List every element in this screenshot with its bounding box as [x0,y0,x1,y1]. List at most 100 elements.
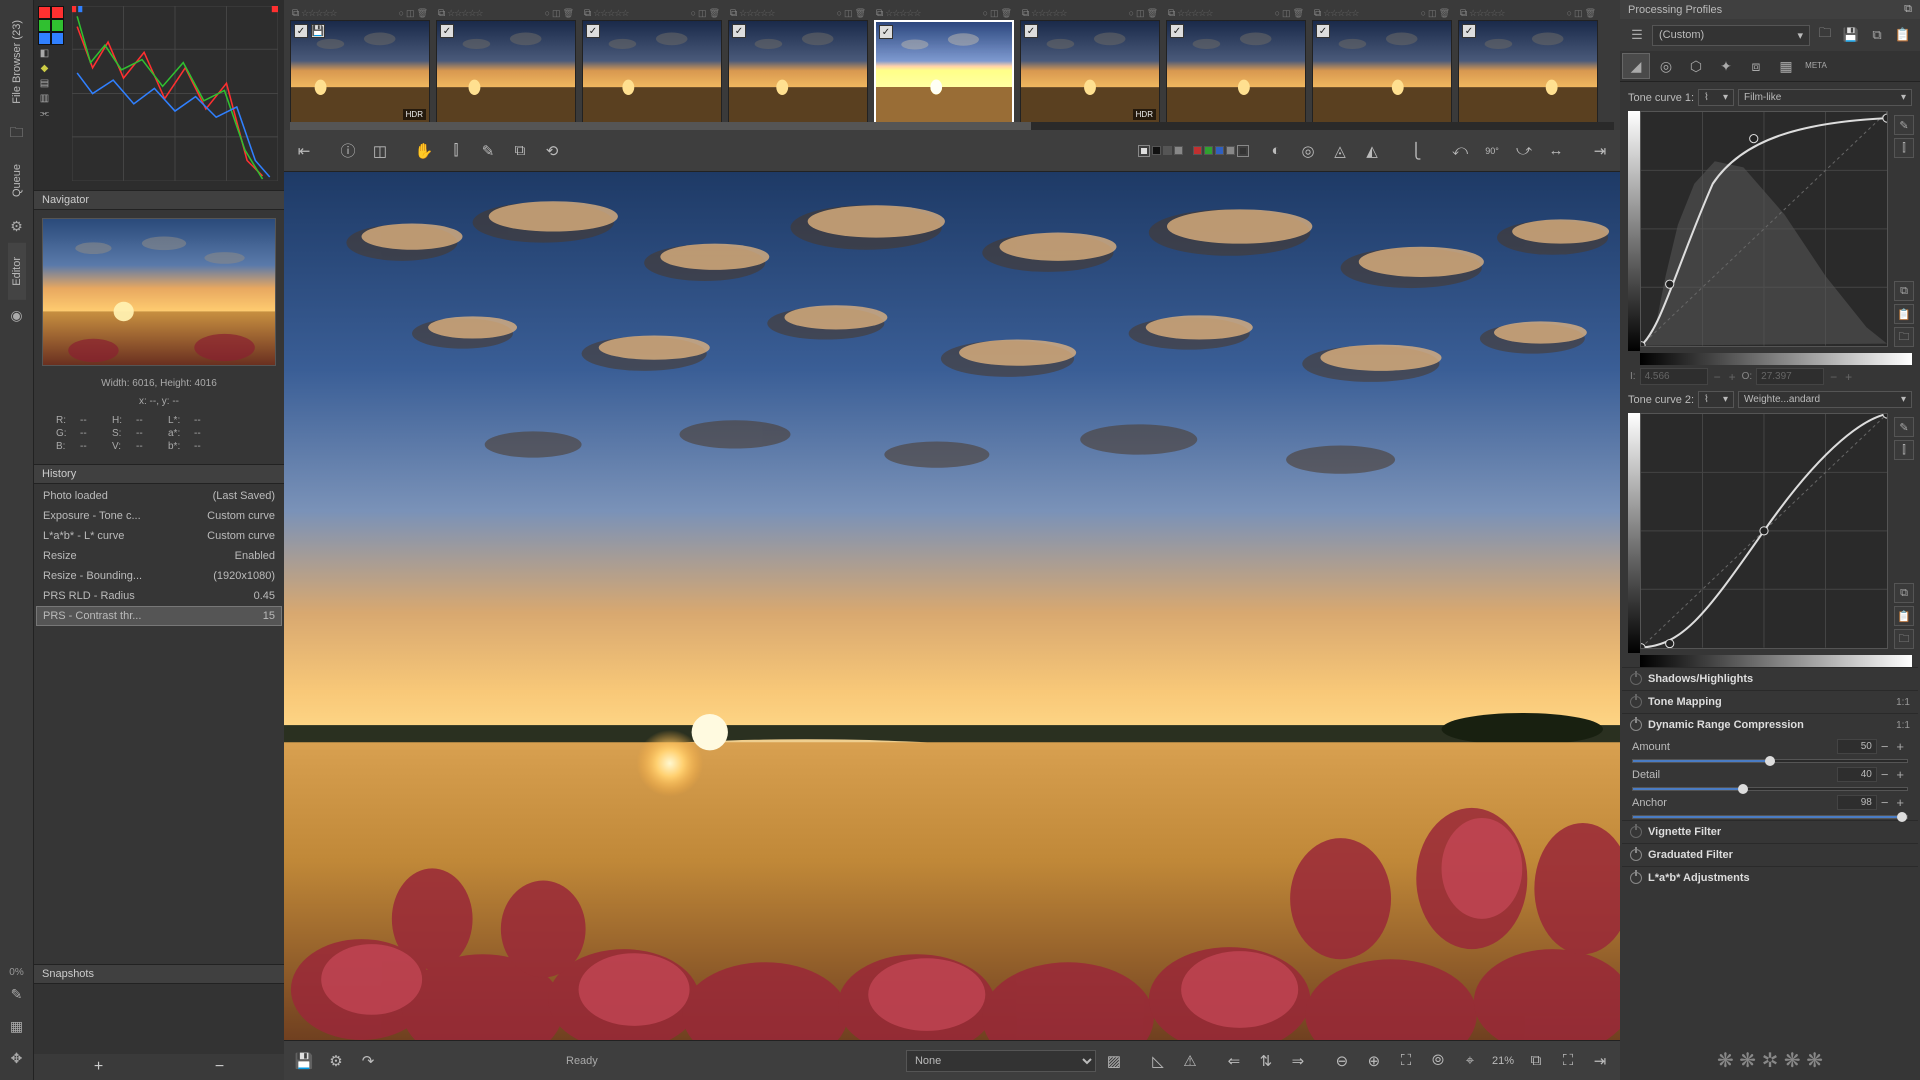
pp-copy-icon[interactable]: ⧉ [1866,24,1888,46]
drc-anchor-slider[interactable] [1632,815,1908,819]
drc-amount-minus[interactable]: − [1877,739,1893,754]
thumb-proc-icon[interactable]: ◫ [406,8,415,19]
thumb-circle-icon[interactable]: ○ [1421,8,1426,18]
tab-detail-icon[interactable]: ◎ [1652,53,1680,79]
history-row[interactable]: Exposure - Tone c...Custom curve [36,506,282,526]
thumbnail[interactable]: ⧉☆☆☆☆☆○◫🗑✓ [874,6,1014,124]
section-drc[interactable]: Dynamic Range Compression1:1 [1622,713,1918,736]
bg-white-icon[interactable] [1138,145,1150,157]
zoom-100-icon[interactable]: ⦾ [1424,1047,1452,1075]
tab-color-icon[interactable]: ⬡ [1682,53,1710,79]
bg-black-box[interactable] [1152,146,1161,155]
thumb-trash-icon[interactable]: 🗑 [1439,8,1450,19]
thumb-proc-icon[interactable]: ◫ [698,8,707,19]
drc-detail-slider[interactable] [1632,787,1908,791]
bg-lgray-box[interactable] [1174,146,1183,155]
thumb-circle-icon[interactable]: ○ [1129,8,1134,18]
nav-next-icon[interactable]: ⇒ [1284,1047,1312,1075]
file-browser-icon[interactable]: 🗀 [7,124,27,144]
panel-toggle-right-icon[interactable]: ⇥ [1586,137,1614,165]
thumbnail[interactable]: ⧉☆☆☆☆☆○◫🗑✓ [728,6,868,124]
curve1-paste-icon[interactable]: 📋 [1894,304,1914,324]
hist-swatch-r2[interactable] [51,6,64,19]
thumb-proc-icon[interactable]: ◫ [1136,8,1145,19]
thumb-circle-icon[interactable]: ○ [1275,8,1280,18]
thumb-check-icon[interactable]: ✓ [1462,24,1476,38]
tab-exposure-icon[interactable]: ◢ [1622,53,1650,79]
rotate-right-icon[interactable]: ⤻ [1510,137,1538,165]
section-graduated[interactable]: Graduated Filter [1622,843,1918,866]
hist-swatch-g[interactable] [38,19,51,32]
move-icon[interactable]: ✥ [7,1048,27,1068]
tab-file-browser[interactable]: File Browser (23) [8,6,26,118]
history-row[interactable]: Resize - Bounding...(1920x1080) [36,566,282,586]
monitor-profile-select[interactable]: None [906,1050,1096,1072]
shadow-clip-icon[interactable]: ◬ [1326,137,1354,165]
thumb-trash-icon[interactable]: 🗑 [1001,8,1012,19]
thumbnail[interactable]: ⧉☆☆☆☆☆○◫🗑✓ [1166,6,1306,124]
fullscreen-icon[interactable]: ⛶ [1554,1047,1582,1075]
nav-first-icon[interactable]: ⇐ [1220,1047,1248,1075]
tab-meta-icon[interactable]: META [1802,53,1830,79]
curve1-picker-icon[interactable]: ✎ [1894,115,1914,135]
thumb-proc-icon[interactable]: ◫ [844,8,853,19]
new-detail-window-icon[interactable]: ⧉ [1522,1047,1550,1075]
hist-swatch-b[interactable] [38,32,51,45]
section-lab[interactable]: L*a*b* Adjustments [1622,866,1918,889]
thumb-trash-icon[interactable]: 🗑 [417,8,428,19]
tab-editor[interactable]: Editor [8,243,26,300]
filmstrip-scrollbar[interactable] [290,122,1614,130]
pp-profile-select[interactable]: (Custom)▾ [1652,25,1810,46]
drc-detail-minus[interactable]: − [1877,767,1893,782]
tone-curve-1-type-select[interactable]: Film-like▾ [1738,89,1912,106]
pp-link-icon[interactable]: ⧉ [1904,3,1912,16]
history-row[interactable]: PRS RLD - Radius0.45 [36,586,282,606]
tone-curve-2-mode-select[interactable]: ⌇▾ [1698,391,1734,408]
nav-sync-icon[interactable]: ⇅ [1252,1047,1280,1075]
false-color-icon[interactable]: ◐ [1262,137,1290,165]
thumbnail[interactable]: ⧉☆☆☆☆☆○◫🗑✓HDR💾 [290,6,430,124]
thumbnail[interactable]: ⧉☆☆☆☆☆○◫🗑✓ [436,6,576,124]
save-icon[interactable]: 💾 [290,1047,318,1075]
edit-icon[interactable]: ✎ [7,984,27,1004]
curve2-edit-icon[interactable]: ⫿ [1894,440,1914,460]
tab-queue[interactable]: Queue [8,150,26,211]
thumb-check-icon[interactable]: ✓ [879,25,893,39]
clip-r-box[interactable] [1193,146,1202,155]
thumb-circle-icon[interactable]: ○ [837,8,842,18]
crop-tool-icon[interactable]: ⧉ [506,137,534,165]
queue-add-icon[interactable]: ⚙ [322,1047,350,1075]
hist-mode-icon[interactable]: ⫘ [38,107,51,120]
tab-transform-icon[interactable]: ⧈ [1742,53,1770,79]
section-tone-mapping[interactable]: Tone Mapping1:1 [1622,690,1918,713]
hist-bar-icon[interactable]: ▥ [38,92,51,105]
zoom-fit-icon[interactable]: ⛶ [1392,1047,1420,1075]
thumb-trash-icon[interactable]: 🗑 [563,8,574,19]
thumb-circle-icon[interactable]: ○ [545,8,550,18]
thumb-proc-icon[interactable]: ◫ [1282,8,1291,19]
snapshot-remove-button[interactable]: − [187,1058,252,1076]
thumb-check-icon[interactable]: ✓ [1316,24,1330,38]
clip-focus-icon[interactable] [1237,145,1249,157]
thumb-circle-icon[interactable]: ○ [691,8,696,18]
snapshot-add-button[interactable]: + [66,1058,131,1076]
info-icon[interactable]: ⓘ [334,137,362,165]
thumb-trash-icon[interactable]: 🗑 [1293,8,1304,19]
curve1-input-field[interactable] [1640,368,1708,385]
bg-gray-box[interactable] [1163,146,1172,155]
history-row[interactable]: L*a*b* - L* curveCustom curve [36,526,282,546]
flip-icon[interactable]: ↔ [1542,137,1570,165]
section-vignette[interactable]: Vignette Filter [1622,820,1918,843]
aperture-icon[interactable]: ◉ [7,306,27,326]
tone-curve-1-mode-select[interactable]: ⌇▾ [1698,89,1734,106]
grid-icon[interactable]: ▦ [7,1016,27,1036]
rotate-90-icon[interactable]: 90° [1478,137,1506,165]
curve1-output-field[interactable] [1756,368,1824,385]
clip-b-box[interactable] [1215,146,1224,155]
history-row[interactable]: ResizeEnabled [36,546,282,566]
before-after-icon[interactable]: ◫ [366,137,394,165]
pp-mode-icon[interactable]: ☰ [1626,24,1648,46]
thumb-check-icon[interactable]: ✓ [1024,24,1038,38]
thumb-check-icon[interactable]: ✓ [1170,24,1184,38]
focus-mask-icon[interactable]: ◎ [1294,137,1322,165]
